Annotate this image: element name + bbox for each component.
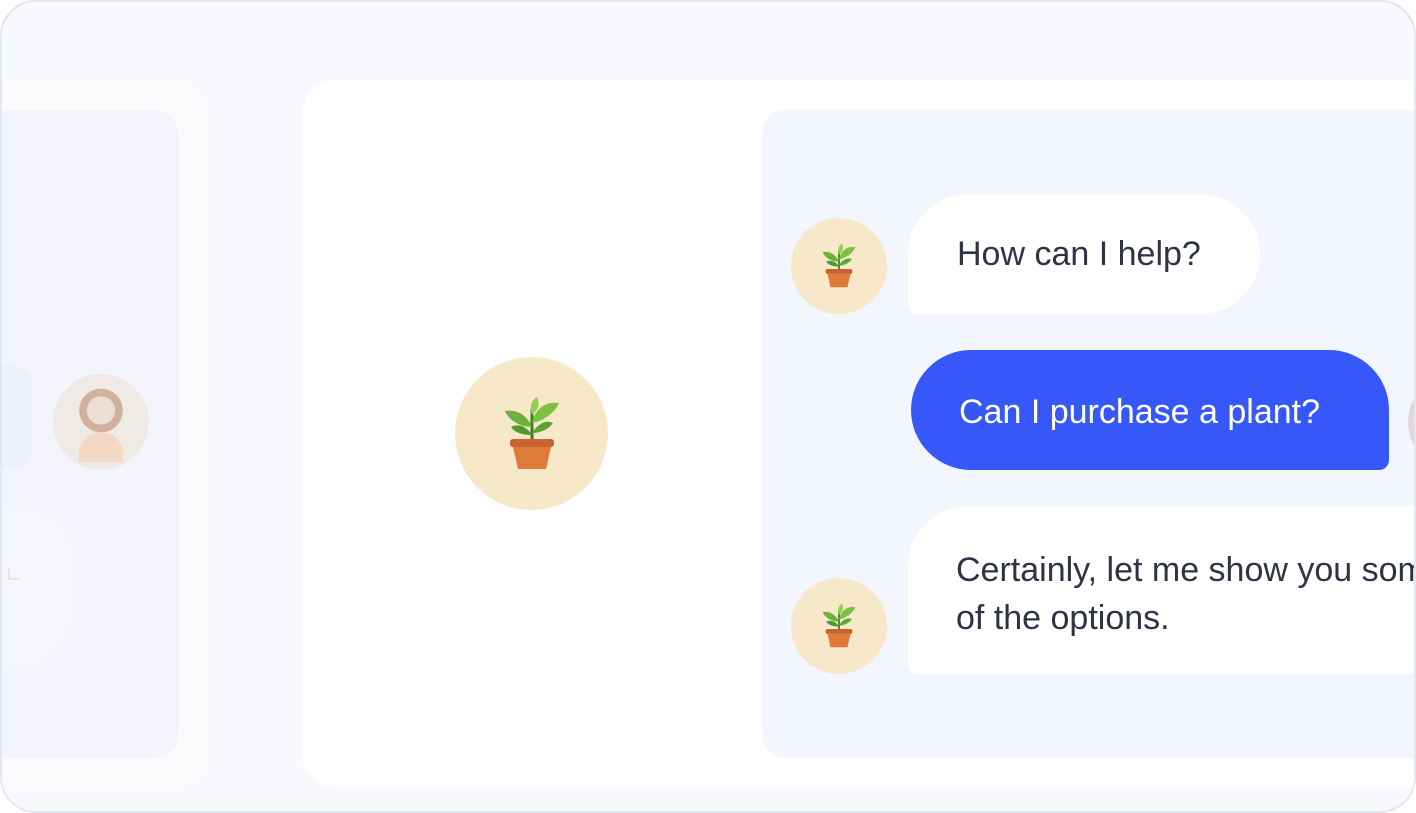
potted-plant-icon [822,603,856,648]
left-preview-bubble [2,366,32,470]
potted-plant-icon [504,396,559,469]
message-text: How can I help? [957,235,1201,273]
message-text: Can I purchase a plant? [959,393,1321,431]
chat-message-bot: How can I help? [908,194,1260,314]
chat-message-user: Can I purchase a plant? [911,350,1389,470]
bot-avatar [791,578,887,674]
left-preview-fragment [8,568,20,580]
potted-plant-icon [822,243,856,288]
user-avatar [53,374,149,470]
bot-avatar-large [455,357,608,510]
message-text: Certainly, let me show you some of the o… [956,551,1416,637]
showcase-frame: How can I help? Can I purchase a plant? … [0,0,1416,813]
chat-message-bot: Certainly, let me show you some of the o… [908,506,1416,674]
bot-avatar [791,218,887,314]
